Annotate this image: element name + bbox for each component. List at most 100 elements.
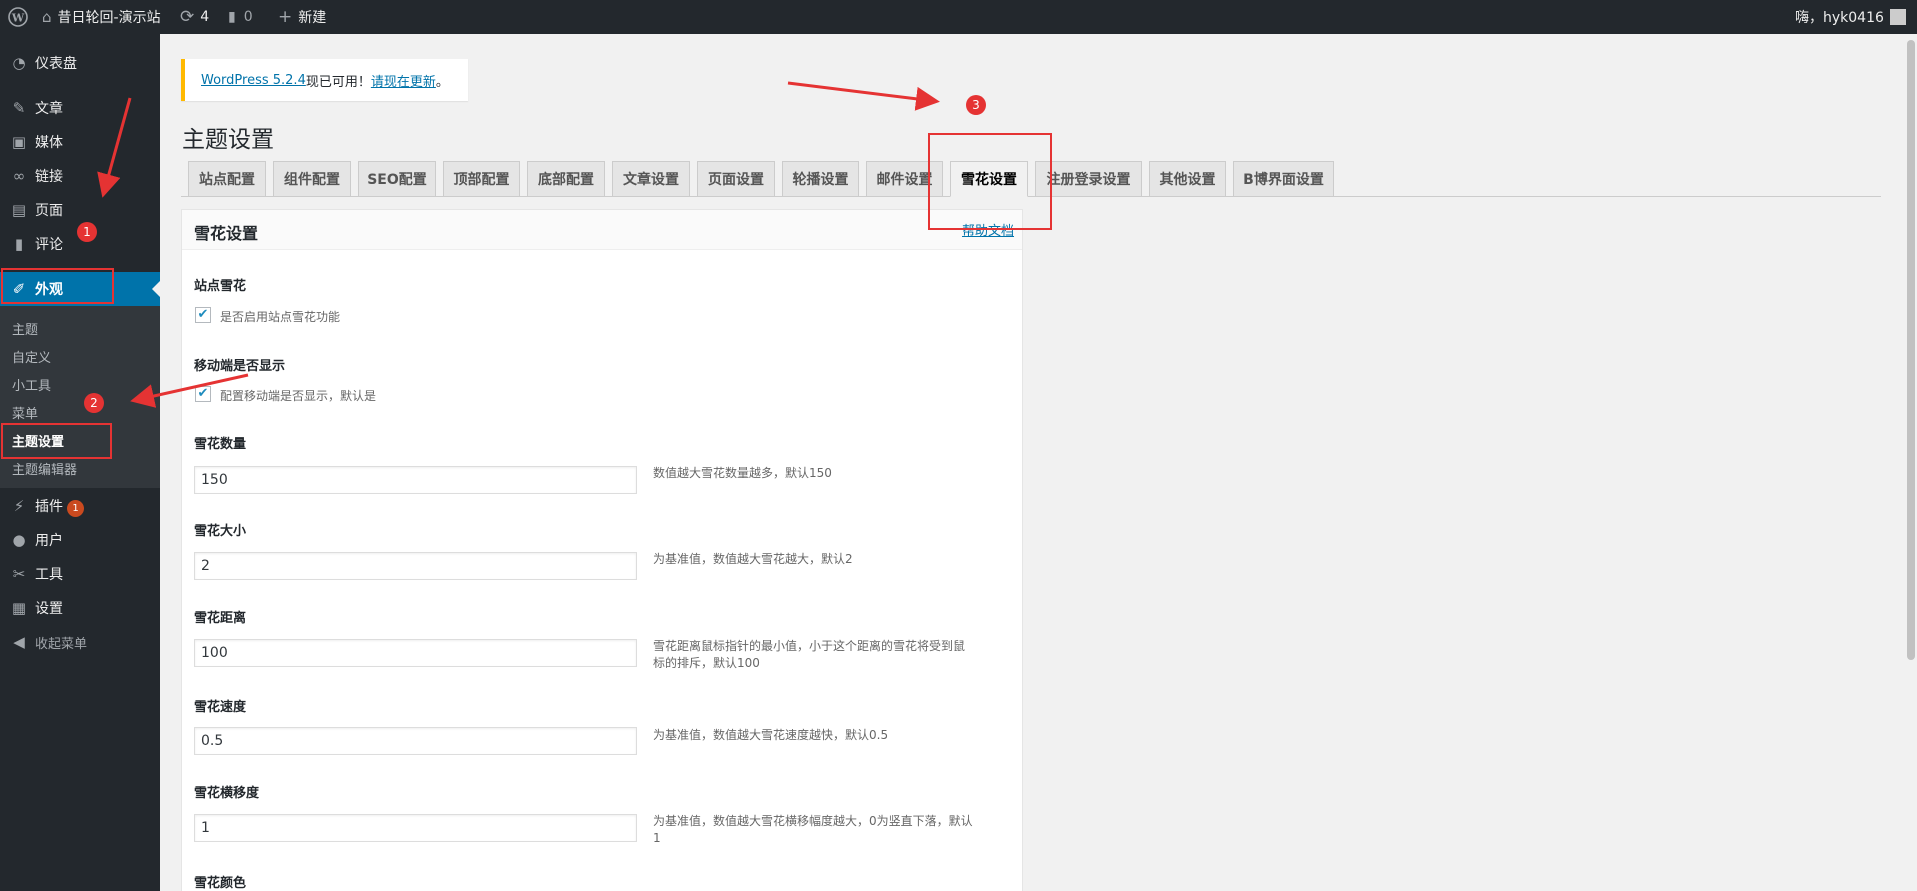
sidebar-item-dashboard[interactable]: ◔ 仪表盘 <box>0 46 160 80</box>
site-name: 昔日轮回-演示站 <box>57 10 161 26</box>
snow-settings-panel: 雪花设置 帮助文档 站点雪花 ✔ 是否启用站点雪花功能 移动端是否显示 ✔ 配置… <box>181 209 1023 891</box>
settings-icon: ▦ <box>11 599 27 617</box>
snow-count-label: 雪花数量 <box>194 437 247 452</box>
notice-text: 现已可用！ <box>305 74 371 90</box>
greeting: 嗨，hyk0416 <box>1795 10 1884 26</box>
panel-title: 雪花设置 <box>194 224 259 243</box>
submenu-item-menus[interactable]: 菜单 <box>12 403 38 422</box>
sidebar-item-label: 工具 <box>35 567 63 583</box>
collapse-icon: ◀ <box>13 633 25 651</box>
mobile-display-desc: 配置移动端是否显示，默认是 <box>220 389 377 403</box>
scrollbar-thumb[interactable] <box>1907 40 1915 660</box>
submenu-item-customize[interactable]: 自定义 <box>12 347 51 366</box>
sidebar-item-links[interactable]: ∞ 链接 <box>0 159 160 193</box>
sidebar-item-label: 设置 <box>35 601 63 617</box>
sidebar-item-label: 评论 <box>35 237 63 253</box>
sidebar-item-label: 媒体 <box>35 135 63 151</box>
site-snow-label: 站点雪花 <box>194 279 247 294</box>
sidebar-item-plugins[interactable]: ⚡ 插件 1 <box>0 489 160 523</box>
tab-seo-config[interactable]: SEO配置 <box>358 161 436 197</box>
annotation-box-appearance <box>1 268 114 304</box>
tab-header-config[interactable]: 顶部配置 <box>443 161 520 197</box>
tab-site-config[interactable]: 站点配置 <box>188 161 266 197</box>
sidebar-item-pages[interactable]: ▤ 页面 <box>0 193 160 227</box>
snow-distance-label: 雪花距离 <box>194 611 247 626</box>
annotation-box-snow-tab <box>928 133 1052 230</box>
admin-bar: W ⌂ 昔日轮回-演示站 ⟳ 4 ▮ 0 + 新建 嗨，hyk0416 <box>0 0 1917 34</box>
comment-bubble-icon: ▮ <box>228 9 236 25</box>
tab-footer-config[interactable]: 底部配置 <box>527 161 605 197</box>
updates-icon: ⟳ <box>180 7 195 27</box>
sidebar-item-label: 插件 <box>35 498 63 515</box>
submenu-item-widgets[interactable]: 小工具 <box>12 375 51 394</box>
comment-icon: ▮ <box>14 235 24 253</box>
tab-b-interface-settings[interactable]: B博界面设置 <box>1233 161 1334 197</box>
home-icon: ⌂ <box>42 8 52 26</box>
sidebar-item-label: 页面 <box>35 203 63 219</box>
mobile-display-checkbox[interactable]: ✔ <box>195 386 211 402</box>
tab-post-settings[interactable]: 文章设置 <box>612 161 690 197</box>
updates-count: 4 <box>200 9 210 25</box>
submenu-item-theme-editor[interactable]: 主题编辑器 <box>12 459 77 478</box>
snow-count-desc: 数值越大雪花数量越多，默认150 <box>653 466 832 480</box>
dashboard-icon: ◔ <box>12 54 26 72</box>
tab-carousel-settings[interactable]: 轮播设置 <box>782 161 859 197</box>
site-name-link[interactable]: ⌂ 昔日轮回-演示站 <box>42 0 161 34</box>
tab-other-settings[interactable]: 其他设置 <box>1149 161 1226 197</box>
snow-speed-label: 雪花速度 <box>194 700 247 715</box>
wrench-icon: ✂ <box>12 565 26 583</box>
tab-page-settings[interactable]: 页面设置 <box>697 161 775 197</box>
annotation-number-1: 1 <box>77 222 97 242</box>
sidebar-item-users[interactable]: ● 用户 <box>0 523 160 557</box>
sidebar-item-settings[interactable]: ▦ 设置 <box>0 591 160 625</box>
sidebar-item-collapse[interactable]: ◀ 收起菜单 <box>0 625 160 659</box>
sidebar-item-label: 链接 <box>35 169 63 185</box>
sidebar-item-media[interactable]: ▣ 媒体 <box>0 125 160 159</box>
snow-color-label: 雪花颜色 <box>194 876 247 891</box>
pin-icon: ✎ <box>12 99 26 117</box>
notice-end: 。 <box>435 74 449 90</box>
snow-speed-desc: 为基准值，数值越大雪花速度越快，默认0.5 <box>653 728 889 742</box>
snow-count-input[interactable] <box>194 466 637 494</box>
snow-drift-desc: 为基准值，数值越大雪花横移幅度越大，0为竖直下落，默认1 <box>653 814 973 845</box>
site-snow-desc: 是否启用站点雪花功能 <box>220 310 341 324</box>
update-notice: WordPress 5.2.4 现已可用！ 请现在更新 。 <box>181 59 468 101</box>
annotation-number-2: 2 <box>84 393 104 413</box>
avatar <box>1889 9 1906 25</box>
snow-distance-desc: 雪花距离鼠标指针的最小值，小于这个距离的雪花将受到鼠标的排斥，默认100 <box>653 639 966 670</box>
user-icon: ● <box>12 531 26 549</box>
media-icon: ▣ <box>11 133 27 151</box>
tab-component-config[interactable]: 组件配置 <box>273 161 351 197</box>
sidebar-item-label: 文章 <box>35 101 63 117</box>
snow-size-input[interactable] <box>194 552 637 580</box>
current-arrow <box>152 281 160 297</box>
new-label: 新建 <box>298 10 327 26</box>
appearance-submenu: 主题 自定义 小工具 菜单 主题设置 主题编辑器 <box>0 306 160 488</box>
site-snow-checkbox[interactable]: ✔ <box>195 307 211 323</box>
page-icon: ▤ <box>11 201 27 219</box>
snow-drift-label: 雪花横移度 <box>194 786 260 801</box>
sidebar-item-label: 用户 <box>35 533 63 549</box>
comments-count: 0 <box>243 9 253 25</box>
submenu-item-themes[interactable]: 主题 <box>12 319 38 338</box>
panel-header: 雪花设置 帮助文档 <box>182 210 1022 250</box>
snow-speed-input[interactable] <box>194 727 637 755</box>
snow-distance-input[interactable] <box>194 639 637 667</box>
sidebar-item-tools[interactable]: ✂ 工具 <box>0 557 160 591</box>
updates-link[interactable]: ⟳ 4 <box>180 0 209 34</box>
wordpress-logo-icon[interactable]: W <box>8 0 28 34</box>
comments-link[interactable]: ▮ 0 <box>228 0 253 34</box>
annotation-box-theme-settings <box>1 423 112 459</box>
account-link[interactable]: 嗨，hyk0416 <box>1795 0 1906 34</box>
annotation-arrow-3 <box>787 81 940 111</box>
new-content-link[interactable]: + 新建 <box>278 0 326 34</box>
update-now-link[interactable]: 请现在更新 <box>371 71 436 90</box>
plus-icon: + <box>278 7 293 27</box>
snow-drift-input[interactable] <box>194 814 637 842</box>
sidebar-item-label: 仪表盘 <box>35 56 77 72</box>
wordpress-version-link[interactable]: WordPress 5.2.4 <box>201 73 306 88</box>
page-title: 主题设置 <box>182 127 274 153</box>
sidebar-item-posts[interactable]: ✎ 文章 <box>0 91 160 125</box>
sidebar-item-label: 收起菜单 <box>35 636 88 652</box>
annotation-number-3: 3 <box>966 95 986 115</box>
